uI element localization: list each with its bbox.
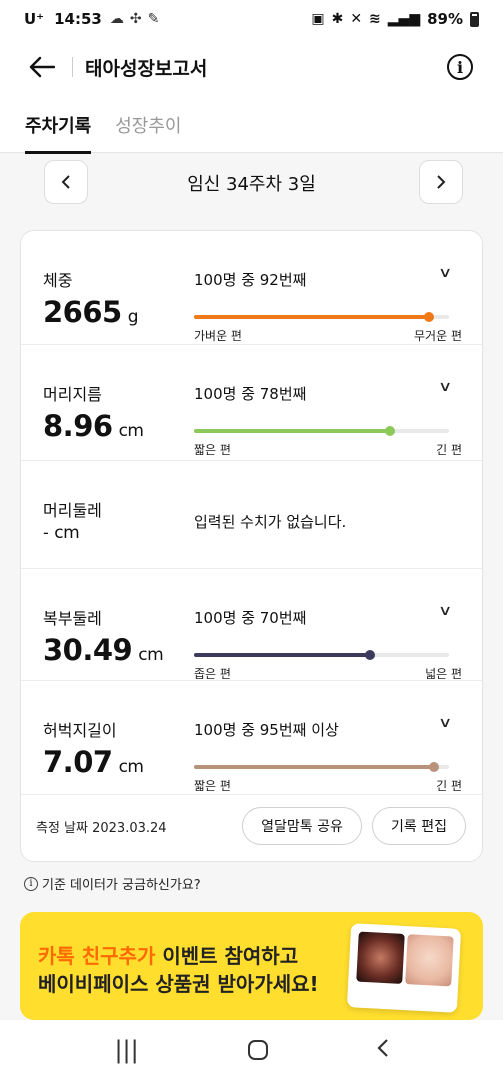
reference-data-text: 기준 데이터가 궁금하신가요? <box>42 878 201 893</box>
measurement-value: - cm <box>43 523 80 543</box>
reference-data-link[interactable]: i 기준 데이터가 궁금하신가요? <box>24 874 201 893</box>
percentile-marker <box>385 426 396 436</box>
percentile-marker <box>423 312 434 322</box>
chevron-right-icon <box>437 175 446 189</box>
percentile-track <box>194 762 449 772</box>
tab-bar: 주차기록 성장추이 <box>0 96 503 154</box>
percentile-track <box>194 312 449 322</box>
banner-line-1: 카톡 친구추가 이벤트 참여하고 <box>38 944 299 968</box>
info-circle-icon: i <box>24 876 38 891</box>
banner-line-2: 베이비페이스 상품권 받아가세요! <box>38 972 319 996</box>
scale-low-label: 짧은 편 <box>194 443 231 457</box>
chevron-down-icon[interactable]: ∨ <box>438 265 452 281</box>
chevron-down-icon[interactable]: ∨ <box>438 603 452 619</box>
measurement-row-abdominal-circumference[interactable]: 복부둘레 30.49 cm 100명 중 70번째 ∨ 좁은 편 넓은 편 <box>21 569 482 681</box>
percentile-marker <box>428 762 439 772</box>
status-bar: U⁺ 14:53 ☁ ✣ ✎ ▣ ✱ ✕ ≋ ▂▄▆ 89% <box>0 0 503 38</box>
measurement-label: 허벅지길이 <box>43 721 117 740</box>
page-title: 태아성장보고서 <box>85 57 208 80</box>
app-bar: 태아성장보고서 i <box>0 38 503 96</box>
rank-text: 100명 중 92번째 <box>194 271 307 289</box>
rank-text: 100명 중 70번째 <box>194 609 307 627</box>
wifi-icon: ≋ <box>369 11 381 27</box>
rank-text: 100명 중 95번째 이상 <box>194 721 339 739</box>
tab-growth-trend[interactable]: 성장추이 <box>115 96 181 153</box>
measurement-row-head-circumference: 머리둘레 - cm 입력된 수치가 없습니다. <box>21 461 482 569</box>
chat-bubble-icon: ☁ <box>109 11 124 27</box>
measurement-row-femur-length[interactable]: 허벅지길이 7.07 cm 100명 중 95번째 이상 ∨ 짧은 편 긴 편 <box>21 681 482 795</box>
scale-low-label: 좁은 편 <box>194 667 231 681</box>
measurement-value: 8.96 cm <box>43 409 144 443</box>
measurement-date: 측정 날짜 2023.03.24 <box>36 820 167 836</box>
edit-icon: ✎ <box>147 11 160 27</box>
chevron-left-icon <box>61 175 70 189</box>
home-icon[interactable] <box>247 1040 268 1060</box>
measurement-label: 머리지름 <box>43 385 102 404</box>
prev-week-button[interactable] <box>44 160 88 204</box>
event-banner[interactable]: 카톡 친구추가 이벤트 참여하고 베이비페이스 상품권 받아가세요! <box>20 912 483 1020</box>
measurement-value: 7.07 cm <box>43 745 144 779</box>
scale-high-label: 긴 편 <box>436 443 462 457</box>
measurement-label: 체중 <box>43 271 73 290</box>
back-nav-icon[interactable] <box>376 1036 389 1064</box>
measurement-card: 체중 2665 g 100명 중 92번째 ∨ 가벼운 편 무거운 편 머리지름 … <box>20 230 483 862</box>
no-data-message: 입력된 수치가 없습니다. <box>194 513 347 531</box>
chevron-down-icon[interactable]: ∨ <box>438 715 452 731</box>
pinwheel-icon: ✣ <box>129 11 142 27</box>
scale-high-label: 무거운 편 <box>414 329 462 343</box>
tab-weekly-record[interactable]: 주차기록 <box>25 96 92 154</box>
week-label: 임신 34주차 3일 <box>187 174 316 195</box>
scale-high-label: 넓은 편 <box>425 667 462 681</box>
system-nav-bar: ||| <box>0 1020 503 1080</box>
percentile-marker <box>364 650 375 660</box>
next-week-button[interactable] <box>419 160 463 204</box>
week-navigator: 임신 34주차 3일 <box>0 153 503 213</box>
ultrasound-face-image <box>356 931 405 984</box>
signal-icon: ▂▄▆ <box>387 11 421 27</box>
percentile-fill <box>194 653 370 657</box>
baby-photo-card <box>346 923 462 1013</box>
rank-text: 100명 중 78번째 <box>194 385 307 403</box>
info-icon[interactable]: i <box>447 54 473 80</box>
title-divider <box>72 57 73 77</box>
measurement-row-weight[interactable]: 체중 2665 g 100명 중 92번째 ∨ 가벼운 편 무거운 편 <box>21 231 482 345</box>
card-footer: 측정 날짜 2023.03.24 열달맘톡 공유 기록 편집 <box>21 791 482 861</box>
battery-percent: 89% <box>427 10 463 28</box>
percentile-fill <box>194 315 429 319</box>
percentile-track <box>194 650 449 660</box>
notification-icons: ☁ ✣ ✎ <box>110 11 159 27</box>
bluetooth-icon: ✱ <box>331 11 344 27</box>
carrier-label: U⁺ <box>24 10 45 28</box>
measurement-value: 2665 g <box>43 295 139 329</box>
scale-low-label: 가벼운 편 <box>194 329 242 343</box>
chevron-down-icon[interactable]: ∨ <box>438 379 452 395</box>
measurement-label: 복부둘레 <box>43 609 102 628</box>
percentile-fill <box>194 765 434 769</box>
measurement-label: 머리둘레 <box>43 501 102 520</box>
baby-face-image <box>405 934 454 987</box>
battery-icon <box>470 11 479 27</box>
system-icons: ▣ ✱ ✕ ≋ ▂▄▆ 89% <box>311 10 479 28</box>
measurement-value: 30.49 cm <box>43 633 164 667</box>
mute-icon: ✕ <box>350 11 363 27</box>
share-button[interactable]: 열달맘톡 공유 <box>242 807 362 845</box>
back-arrow-icon[interactable] <box>20 45 64 89</box>
vpn-icon: ▣ <box>311 11 325 27</box>
measurement-row-head-diameter[interactable]: 머리지름 8.96 cm 100명 중 78번째 ∨ 짧은 편 긴 편 <box>21 345 482 461</box>
percentile-fill <box>194 429 391 433</box>
clock: 14:53 <box>54 10 102 28</box>
recent-apps-icon[interactable]: ||| <box>114 1036 138 1064</box>
edit-record-button[interactable]: 기록 편집 <box>372 807 466 845</box>
percentile-track <box>194 426 449 436</box>
